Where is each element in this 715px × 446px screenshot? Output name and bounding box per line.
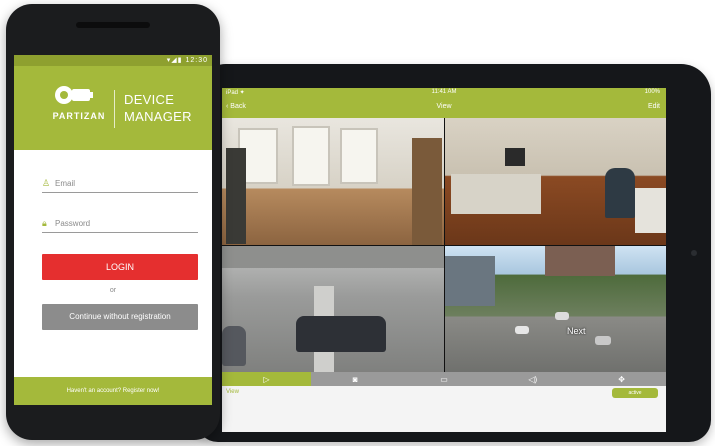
register-link[interactable]: Haven't an account? Register now! bbox=[14, 377, 212, 405]
user-icon: ♙ bbox=[42, 178, 51, 188]
window-shape bbox=[340, 128, 378, 184]
email-placeholder: Email bbox=[55, 179, 76, 188]
play-icon: ▷ bbox=[263, 374, 270, 384]
car-shape bbox=[595, 336, 611, 345]
phone-device: ▾◢▮ 12:30 PARTIZAN DEVICE MANAGER ♙ Emai… bbox=[6, 4, 220, 440]
tablet-header: iPad ✦ 11:41 AM 100% ‹ Back View Edit bbox=[222, 88, 666, 118]
tablet-home-button bbox=[691, 250, 697, 256]
camera-grid: Next bbox=[222, 118, 666, 373]
partizan-logo: PARTIZAN bbox=[40, 83, 118, 127]
app-title: DEVICE MANAGER bbox=[124, 91, 192, 125]
phone-speaker bbox=[76, 22, 150, 28]
tablet-status-time: 11:41 AM bbox=[431, 89, 457, 95]
speaker-icon: ◁) bbox=[528, 374, 538, 384]
tablet-battery: 100% bbox=[644, 89, 660, 95]
camera-overlay-label: Next bbox=[567, 326, 586, 336]
audio-tab[interactable]: ◁) bbox=[488, 372, 577, 386]
desk-shape bbox=[635, 188, 666, 233]
building-shape bbox=[545, 246, 615, 276]
car-shape bbox=[222, 326, 246, 366]
app-title-line2: MANAGER bbox=[124, 109, 192, 124]
ceiling-shape bbox=[222, 246, 444, 268]
tablet-title: View bbox=[436, 103, 452, 110]
car-shape bbox=[555, 312, 569, 320]
active-button[interactable]: active bbox=[612, 388, 658, 398]
car-shape bbox=[296, 316, 386, 352]
car-shape bbox=[515, 326, 529, 334]
camera-logo-icon bbox=[55, 86, 93, 104]
tablet-nav-bar: ‹ Back View Edit bbox=[222, 99, 666, 117]
building-shape bbox=[445, 256, 495, 306]
app-title-line1: DEVICE bbox=[124, 92, 175, 107]
tablet-screen: iPad ✦ 11:41 AM 100% ‹ Back View Edit Ne… bbox=[222, 88, 666, 432]
camera-view-living-room[interactable] bbox=[222, 118, 444, 245]
shelf-shape bbox=[226, 148, 246, 244]
or-separator: or bbox=[109, 287, 117, 294]
signal-icon: ▾◢▮ bbox=[166, 57, 183, 64]
camera-view-office[interactable] bbox=[445, 118, 666, 245]
tablet-footer: View active bbox=[222, 386, 666, 432]
password-field[interactable]: 🔒︎ Password bbox=[42, 218, 198, 233]
brand-name: PARTIZAN bbox=[52, 111, 106, 121]
email-field[interactable]: ♙ Email bbox=[42, 178, 198, 193]
camera-icon: ◙ bbox=[352, 374, 358, 384]
tablet-status-bar: iPad ✦ 11:41 AM 100% bbox=[222, 88, 666, 98]
desk-shape bbox=[451, 174, 541, 214]
record-tab[interactable]: ▭ bbox=[400, 372, 489, 386]
window-shape bbox=[292, 126, 330, 186]
door-shape bbox=[412, 138, 442, 245]
edit-button[interactable]: Edit bbox=[648, 103, 660, 110]
phone-status-bar: ▾◢▮ 12:30 bbox=[14, 55, 212, 66]
video-icon: ▭ bbox=[440, 374, 448, 384]
tablet-tab-bar: ▷ ◙ ▭ ◁) ✥ bbox=[222, 372, 666, 386]
login-button[interactable]: LOGIN bbox=[42, 254, 198, 280]
lock-icon: 🔒︎ bbox=[42, 218, 47, 228]
status-icons: ▾◢▮ 12:30 bbox=[167, 56, 208, 64]
camera-view-street[interactable]: Next bbox=[445, 246, 666, 373]
tablet-device: iPad ✦ 11:41 AM 100% ‹ Back View Edit Ne… bbox=[196, 64, 711, 442]
ptz-icon: ✥ bbox=[618, 374, 625, 384]
password-placeholder: Password bbox=[55, 219, 91, 228]
tablet-footer-label: View bbox=[226, 389, 239, 395]
logo-divider bbox=[114, 90, 115, 128]
phone-screen: ▾◢▮ 12:30 PARTIZAN DEVICE MANAGER ♙ Emai… bbox=[14, 55, 212, 405]
login-header: ▾◢▮ 12:30 PARTIZAN DEVICE MANAGER bbox=[14, 55, 212, 150]
camera-view-parking[interactable] bbox=[222, 246, 444, 373]
ptz-tab[interactable]: ✥ bbox=[577, 372, 666, 386]
monitor-shape bbox=[505, 148, 525, 166]
status-time: 12:30 bbox=[185, 57, 208, 64]
snapshot-tab[interactable]: ◙ bbox=[311, 372, 400, 386]
play-tab[interactable]: ▷ bbox=[222, 372, 311, 386]
continue-without-registration-button[interactable]: Continue without registration bbox=[42, 304, 198, 330]
person-shape bbox=[605, 168, 635, 218]
